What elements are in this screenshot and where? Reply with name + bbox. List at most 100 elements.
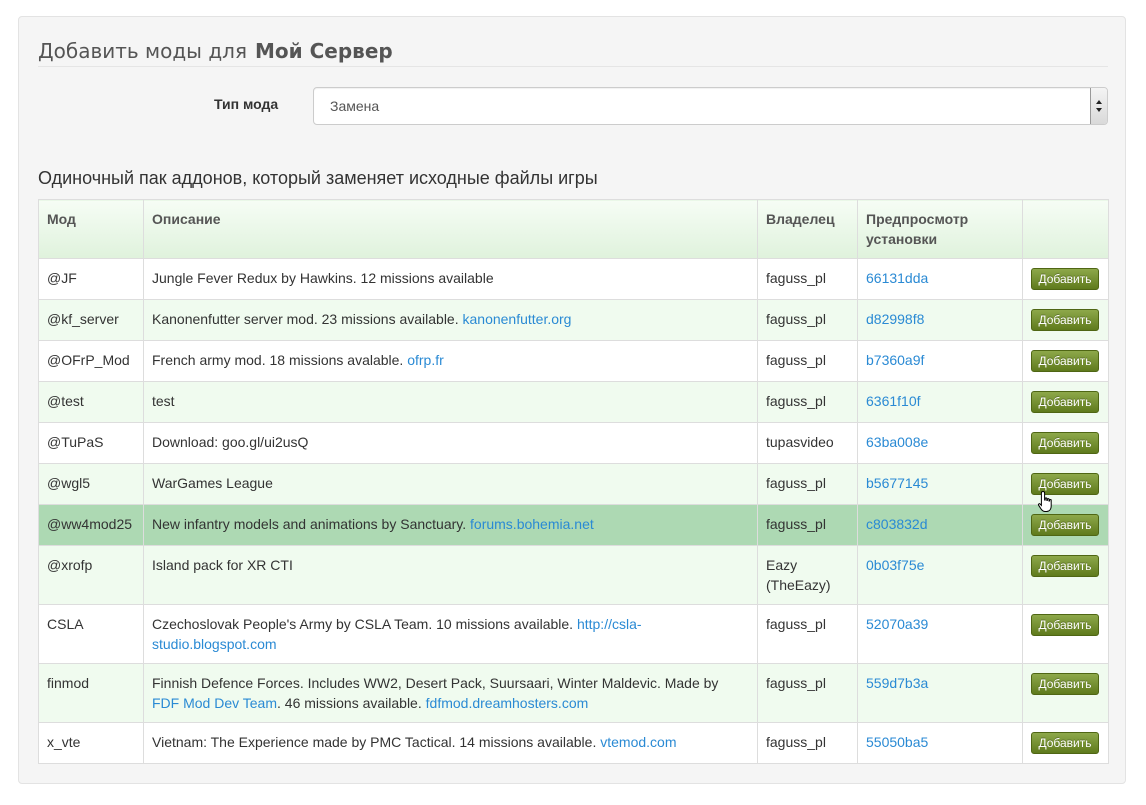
mod-description: New infantry models and animations by Sa…: [143, 504, 758, 546]
mod-name: @test: [38, 381, 144, 423]
mod-owner: Eazy (TheEazy): [757, 545, 858, 605]
dropdown-arrow-icon[interactable]: [1090, 88, 1107, 124]
mod-name: finmod: [38, 663, 144, 723]
column-header-action: [1022, 199, 1109, 259]
mod-owner: faguss_pl: [757, 504, 858, 546]
page-header: Добавить моды для Мой Сервер: [38, 37, 1108, 67]
add-mod-button[interactable]: Добавить: [1031, 673, 1099, 695]
add-mod-button[interactable]: Добавить: [1031, 732, 1099, 754]
install-preview-link[interactable]: c803832d: [866, 516, 928, 532]
add-mod-button[interactable]: Добавить: [1031, 268, 1099, 290]
install-preview-link[interactable]: 52070a39: [866, 616, 928, 632]
column-header-description: Описание: [143, 199, 758, 259]
table-row: @TuPaS Download: goo.gl/ui2usQ tupasvide…: [38, 422, 1109, 464]
action-cell: Добавить: [1022, 463, 1109, 505]
mod-description: Vietnam: The Experience made by PMC Tact…: [143, 722, 758, 764]
install-preview-link[interactable]: 0b03f75e: [866, 557, 924, 573]
mod-description: WarGames League: [143, 463, 758, 505]
mod-owner: faguss_pl: [757, 604, 858, 664]
mod-owner: faguss_pl: [757, 258, 858, 300]
action-cell: Добавить: [1022, 604, 1109, 664]
action-cell: Добавить: [1022, 258, 1109, 300]
mod-description: Kanonenfutter server mod. 23 missions av…: [143, 299, 758, 341]
table-row: @wgl5 WarGames League faguss_pl b5677145…: [38, 463, 1109, 505]
install-preview-link[interactable]: 6361f10f: [866, 393, 921, 409]
action-cell: Добавить: [1022, 422, 1109, 464]
description-text: Vietnam: The Experience made by PMC Tact…: [152, 734, 597, 750]
table-row: @xrofp Island pack for XR CTI Eazy (TheE…: [38, 545, 1109, 605]
description-text: test: [152, 393, 175, 409]
install-preview-link[interactable]: 55050ba5: [866, 734, 928, 750]
install-preview-link[interactable]: d82998f8: [866, 311, 924, 327]
mod-owner: faguss_pl: [757, 722, 858, 764]
mod-name: @xrofp: [38, 545, 144, 605]
server-name: Мой Сервер: [254, 39, 393, 63]
install-preview-link[interactable]: b5677145: [866, 475, 928, 491]
mod-owner: tupasvideo: [757, 422, 858, 464]
action-cell: Добавить: [1022, 722, 1109, 764]
mod-name: CSLA: [38, 604, 144, 664]
description-link-secondary[interactable]: fdfmod.dreamhosters.com: [426, 695, 589, 711]
description-link[interactable]: kanonenfutter.org: [463, 311, 572, 327]
install-preview-cell: 63ba008e: [857, 422, 1023, 464]
mod-description: Czechoslovak People's Army by CSLA Team.…: [143, 604, 758, 664]
add-mod-button[interactable]: Добавить: [1031, 432, 1099, 454]
table-header-row: Мод Описание Владелец Предпросмотр устан…: [38, 199, 1109, 259]
action-cell: Добавить: [1022, 381, 1109, 423]
description-text: New infantry models and animations by Sa…: [152, 516, 467, 532]
mod-type-row: Тип мода Замена: [19, 87, 1109, 125]
mod-type-select[interactable]: Замена: [313, 87, 1108, 125]
action-cell: Добавить: [1022, 545, 1109, 605]
install-preview-cell: 0b03f75e: [857, 545, 1023, 605]
description-text: Jungle Fever Redux by Hawkins. 12 missio…: [152, 270, 494, 286]
action-cell: Добавить: [1022, 504, 1109, 546]
add-mod-button[interactable]: Добавить: [1031, 309, 1099, 331]
table-row: @kf_server Kanonenfutter server mod. 23 …: [38, 299, 1109, 341]
description-text-after: . 46 missions available.: [277, 695, 422, 711]
mod-owner: faguss_pl: [757, 340, 858, 382]
mod-owner: faguss_pl: [757, 299, 858, 341]
description-link[interactable]: FDF Mod Dev Team: [152, 695, 277, 711]
mod-name: @OFrP_Mod: [38, 340, 144, 382]
description-link[interactable]: forums.bohemia.net: [470, 516, 594, 532]
add-mod-button[interactable]: Добавить: [1031, 350, 1099, 372]
action-cell: Добавить: [1022, 299, 1109, 341]
mod-description: Jungle Fever Redux by Hawkins. 12 missio…: [143, 258, 758, 300]
mod-name: @kf_server: [38, 299, 144, 341]
description-text: Island pack for XR CTI: [152, 557, 293, 573]
mod-description: Island pack for XR CTI: [143, 545, 758, 605]
description-text: WarGames League: [152, 475, 273, 491]
mods-table: Мод Описание Владелец Предпросмотр устан…: [38, 199, 1109, 764]
install-preview-link[interactable]: b7360a9f: [866, 352, 924, 368]
description-link[interactable]: vtemod.com: [600, 734, 676, 750]
description-link[interactable]: ofrp.fr: [407, 352, 444, 368]
mod-description: test: [143, 381, 758, 423]
table-row: @JF Jungle Fever Redux by Hawkins. 12 mi…: [38, 258, 1109, 300]
install-preview-cell: c803832d: [857, 504, 1023, 546]
column-header-mod: Мод: [38, 199, 144, 259]
install-preview-cell: d82998f8: [857, 299, 1023, 341]
mod-name: @TuPaS: [38, 422, 144, 464]
install-preview-cell: 52070a39: [857, 604, 1023, 664]
install-preview-link[interactable]: 559d7b3a: [866, 675, 928, 691]
install-preview-link[interactable]: 63ba008e: [866, 434, 928, 450]
mod-name: @ww4mod25: [38, 504, 144, 546]
mod-description: French army mod. 18 missions avalable. o…: [143, 340, 758, 382]
add-mod-button[interactable]: Добавить: [1031, 614, 1099, 636]
mod-description: Finnish Defence Forces. Includes WW2, De…: [143, 663, 758, 723]
mod-name: @JF: [38, 258, 144, 300]
page-title-prefix: Добавить моды для: [38, 39, 247, 63]
mod-type-label: Тип мода: [214, 96, 279, 112]
mod-type-selected-value: Замена: [330, 98, 380, 114]
column-header-owner: Владелец: [757, 199, 858, 259]
install-preview-link[interactable]: 66131dda: [866, 270, 928, 286]
add-mod-button[interactable]: Добавить: [1031, 555, 1099, 577]
install-preview-cell: 6361f10f: [857, 381, 1023, 423]
install-preview-cell: 55050ba5: [857, 722, 1023, 764]
add-mod-button[interactable]: Добавить: [1031, 391, 1099, 413]
table-row: @OFrP_Mod French army mod. 18 missions a…: [38, 340, 1109, 382]
add-mod-button[interactable]: Добавить: [1031, 514, 1099, 536]
mod-owner: faguss_pl: [757, 663, 858, 723]
table-row: CSLA Czechoslovak People's Army by CSLA …: [38, 604, 1109, 664]
install-preview-cell: 559d7b3a: [857, 663, 1023, 723]
